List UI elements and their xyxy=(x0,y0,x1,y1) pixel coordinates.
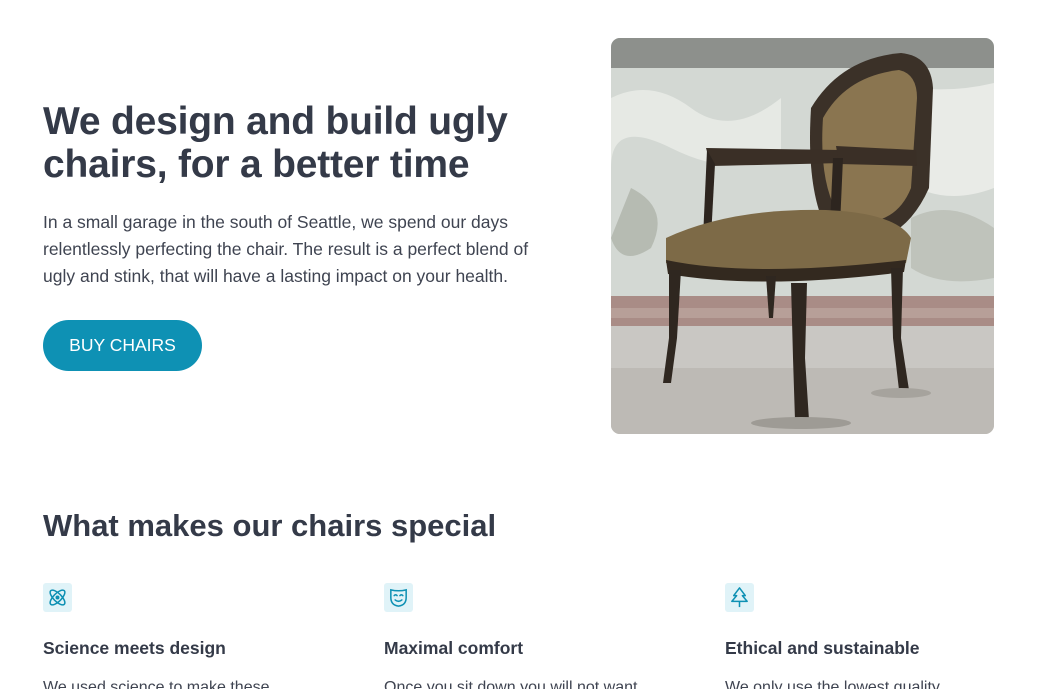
features-title: What makes our chairs special xyxy=(43,508,497,543)
feature-title: Ethical and sustainable xyxy=(725,638,920,658)
feature-comfort: Maximal comfort Once you sit down you wi… xyxy=(384,583,684,689)
feature-text: We only use the lowest quality xyxy=(725,679,940,689)
tree-icon xyxy=(725,583,754,612)
hero-title: We design and build ugly chairs, for a b… xyxy=(43,100,508,186)
mask-icon xyxy=(384,583,413,612)
feature-title: Science meets design xyxy=(43,638,226,658)
hero-chair-image xyxy=(611,38,994,434)
feature-science: Science meets design We used science to … xyxy=(43,583,343,689)
feature-text: We used science to make these xyxy=(43,679,270,689)
feature-text: Once you sit down you will not want xyxy=(384,679,638,689)
buy-chairs-button[interactable]: BUY CHAIRS xyxy=(43,320,202,371)
feature-ethical: Ethical and sustainable We only use the … xyxy=(725,583,1025,689)
feature-title: Maximal comfort xyxy=(384,638,524,658)
hero-description: In a small garage in the south of Seattl… xyxy=(43,212,529,286)
atom-icon xyxy=(43,583,72,612)
